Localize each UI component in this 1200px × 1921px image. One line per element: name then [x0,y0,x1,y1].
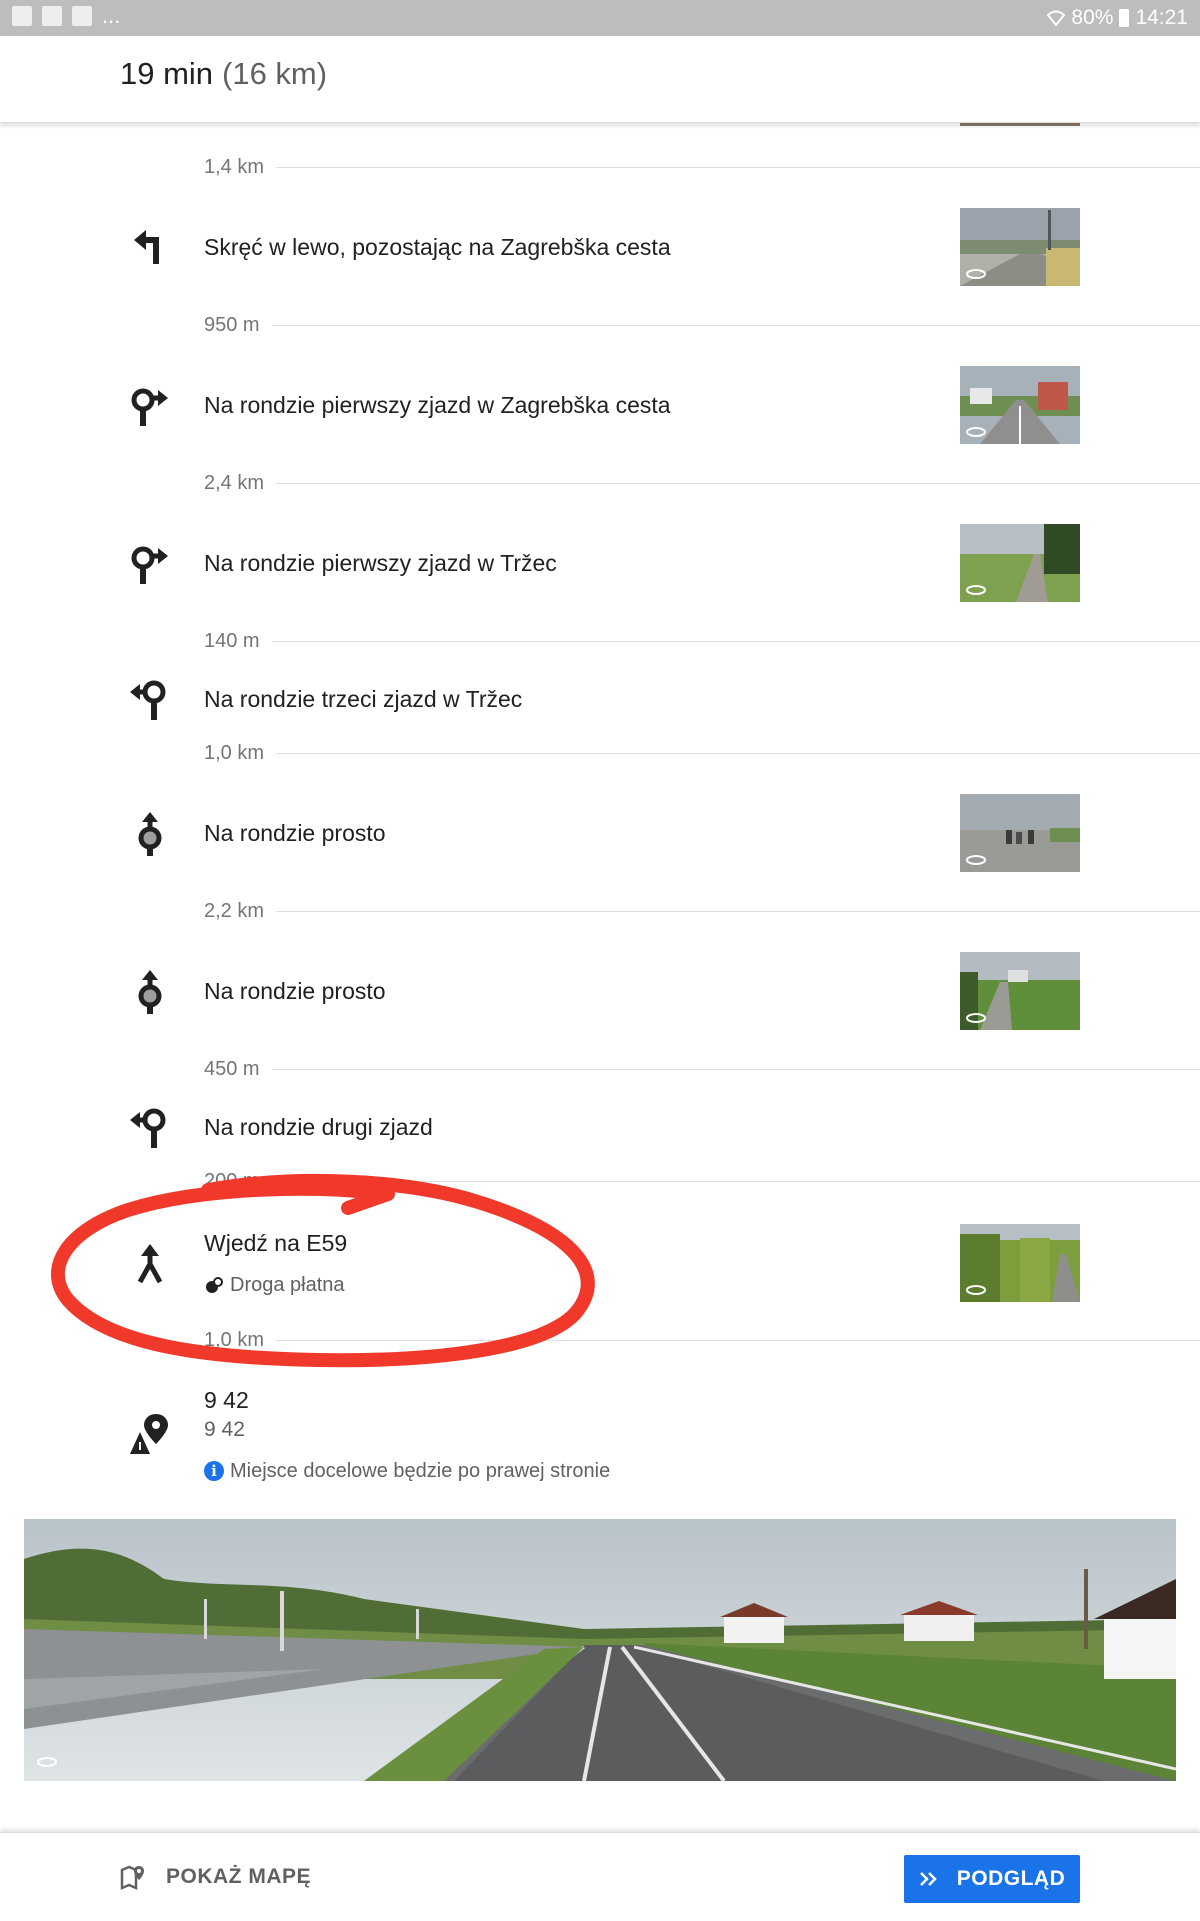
system-indicators: 80% 14:21 [1047,6,1188,30]
street-view-thumbnail[interactable] [960,1224,1080,1302]
more-notifications-indicator: ... [102,3,121,28]
step-distance-divider: 1,0 km [204,742,1200,764]
route-distance: (16 km) [222,56,328,91]
step-distance: 1,0 km [204,1329,277,1351]
street-view-panorama[interactable] [24,1519,1177,1783]
step-distance: 450 m [204,1058,272,1080]
preview-label: PODGLĄD [956,1867,1066,1890]
destination-title[interactable]: 9 42 [204,1385,249,1415]
turn-left-icon [134,230,159,264]
route-summary-header: 19 min (16 km) [0,36,1200,123]
preview-button[interactable]: PODGLĄD [904,1855,1080,1903]
step-distance-divider: 2,2 km [204,900,1200,922]
street-view-360-icon [966,269,986,279]
destination-side-label: Miejsce docelowe będzie po prawej stroni… [230,1460,611,1482]
street-view-360-icon [37,1757,57,1767]
step-instruction[interactable]: Na rondzie prosto [204,976,386,1006]
status-bar: ... 80% 14:21 [0,0,1200,36]
wifi-icon [1047,10,1066,27]
battery-icon [1119,9,1130,27]
step-distance: 950 m [204,314,272,336]
gallery-notification-icon [12,6,32,26]
street-view-360-icon [966,1013,986,1023]
step-instruction[interactable]: Wjedź na E59 [204,1228,347,1258]
street-view-thumbnail[interactable] [960,366,1080,444]
step-instruction[interactable]: Na rondzie pierwszy zjazd w Tržec [204,548,557,578]
show-map-label: POKAŻ MAPĘ [166,1865,312,1888]
step-instruction[interactable]: Na rondzie prosto [204,818,386,848]
step-distance: 2,2 km [204,900,277,922]
step-distance: 1,0 km [204,742,277,764]
street-view-thumbnail[interactable] [960,952,1080,1030]
step-distance-divider: 200 m [204,1170,1200,1192]
route-duration: 19 min [120,56,214,91]
double-chevron-right-icon [919,1872,937,1886]
roundabout-left-icon [130,1108,166,1148]
roundabout-straight-icon [138,970,162,1014]
step-instruction[interactable]: Na rondzie pierwszy zjazd w Zagrebška ce… [204,390,671,420]
step-distance: 200 m [204,1170,272,1192]
roundabout-right-icon [131,388,168,426]
notification-icons: ... [12,3,121,28]
app-notification-icon [42,6,62,26]
battery-percent: 80% [1071,6,1114,29]
roundabout-left-icon [130,680,166,720]
destination-side-info: i Miejsce docelowe będzie po prawej stro… [204,1457,610,1485]
toll-road-note: Droga płatna [204,1272,345,1298]
app-notification-icon [72,6,92,26]
step-distance-divider: 950 m [204,314,1200,336]
street-view-360-icon [966,855,986,865]
street-view-360-icon [966,1285,986,1295]
toll-icon [206,1277,223,1293]
step-instruction[interactable]: Skręć w lewo, pozostając na Zagrebška ce… [204,232,671,262]
toll-road-label: Droga płatna [230,1274,345,1296]
step-distance-divider: 140 m [204,630,1200,652]
step-instruction[interactable]: Na rondzie drugi zjazd [204,1112,433,1142]
street-view-360-icon [966,585,986,595]
step-distance-divider: 1,4 km [204,156,1200,178]
merge-icon [137,1244,163,1284]
street-view-thumbnail[interactable] [960,524,1080,602]
street-view-thumbnail[interactable] [960,208,1080,286]
street-view-thumbnail[interactable] [960,794,1080,872]
street-view-360-icon [966,427,986,437]
step-distance: 2,4 km [204,472,277,494]
info-icon: i [204,1461,224,1481]
step-distance-divider: 450 m [204,1058,1200,1080]
step-distance: 140 m [204,630,272,652]
step-distance-divider: 1,0 km [204,1329,1200,1351]
roundabout-straight-icon [138,812,162,856]
destination-subtitle: 9 42 [204,1418,245,1441]
destination-icon [130,1414,168,1454]
step-instruction[interactable]: Na rondzie trzeci zjazd w Tržec [204,684,522,714]
show-map-button[interactable]: POKAŻ MAPĘ [120,1853,311,1901]
map-icon [120,1865,144,1890]
step-distance: 1,4 km [204,156,277,178]
roundabout-right-icon [131,546,168,584]
clock: 14:21 [1135,6,1188,29]
step-distance-divider: 2,4 km [204,472,1200,494]
bottom-action-bar: POKAŻ MAPĘ PODGLĄD [0,1832,1200,1921]
